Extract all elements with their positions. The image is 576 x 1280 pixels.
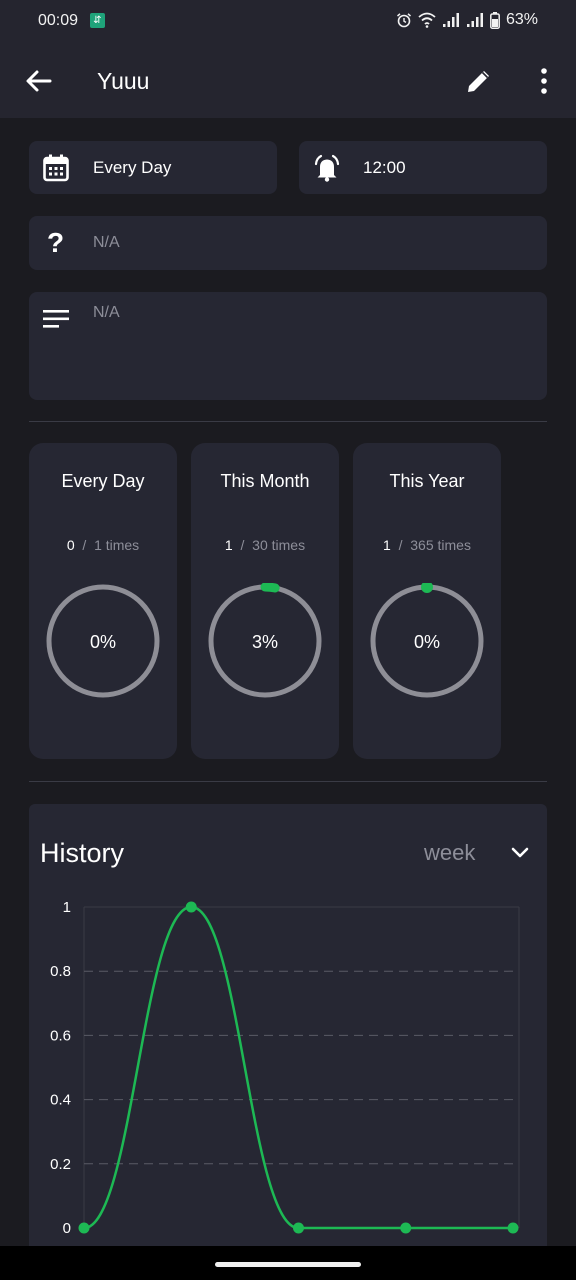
notification-icon: ⇵ (90, 13, 105, 28)
home-gesture-handle[interactable] (215, 1262, 361, 1267)
notes-field[interactable]: N/A (29, 292, 547, 400)
signal-icon-1 (442, 13, 459, 27)
stat-title: This Year (389, 471, 465, 491)
reminder-time: 12:00 (363, 158, 406, 177)
stat-card-every-day: Every Day 0 / 1 times 0% (29, 443, 177, 759)
battery-icon (490, 11, 500, 29)
ring-progress (260, 583, 280, 593)
history-chart: 0 0.2 0.4 0.6 0.8 1 (50, 899, 520, 1237)
stat-title: This Month (220, 471, 310, 491)
stat-percent: 0% (413, 632, 440, 652)
stat-card-this-year: This Year 1 / 365 times 0% (353, 443, 501, 759)
history-card: History week 0 0.2 0.4 0.6 0.8 1 (29, 804, 547, 1264)
stat-percent: 3% (251, 632, 278, 652)
stat-title: Every Day (61, 471, 145, 491)
edit-pencil-icon[interactable] (464, 66, 494, 96)
notes-lines-icon (43, 310, 69, 328)
stat-count: 0 / 1 times (66, 537, 140, 553)
data-point (293, 1222, 304, 1234)
app-bar: Yuuu (0, 44, 576, 118)
y-tick-label: 0.6 (50, 1027, 71, 1044)
y-tick-label: 1 (63, 899, 71, 916)
status-indicators: 63% (396, 11, 538, 29)
question-value: N/A (93, 234, 120, 251)
alarm-bell-icon (314, 154, 340, 182)
signal-icon-2 (466, 13, 483, 27)
data-point (78, 1222, 90, 1234)
y-tick-label: 0.8 (50, 963, 71, 980)
wifi-icon (418, 12, 436, 28)
y-tick-label: 0 (63, 1220, 71, 1237)
stat-count: 1 / 365 times (383, 537, 471, 553)
question-mark-icon: ? (47, 227, 65, 258)
page-title: Yuuu (97, 68, 150, 94)
divider (29, 781, 547, 782)
y-tick-label: 0.4 (50, 1092, 71, 1109)
data-point (400, 1222, 412, 1234)
notes-value: N/A (93, 304, 120, 321)
reminder-field[interactable]: 12:00 (299, 141, 547, 194)
back-arrow-icon[interactable] (24, 66, 54, 96)
stat-percent: 0% (89, 632, 116, 652)
y-tick-label: 0.2 (50, 1156, 71, 1173)
alarm-icon (396, 13, 411, 28)
repeat-field[interactable]: Every Day (29, 141, 277, 194)
question-field[interactable]: ? N/A (29, 216, 547, 270)
stat-card-this-month: This Month 1 / 30 times 3% (191, 443, 339, 759)
data-point (507, 1222, 519, 1234)
repeat-value: Every Day (93, 158, 172, 177)
stat-count: 1 / 30 times (224, 537, 306, 553)
ring-progress-dot (421, 583, 433, 593)
battery-percent: 63% (505, 11, 538, 28)
data-point (185, 901, 197, 913)
calendar-icon (43, 154, 69, 182)
series-line (83, 905, 513, 1230)
more-vert-icon[interactable] (532, 66, 556, 96)
status-time: 00:09 (38, 12, 79, 29)
divider (29, 421, 547, 422)
